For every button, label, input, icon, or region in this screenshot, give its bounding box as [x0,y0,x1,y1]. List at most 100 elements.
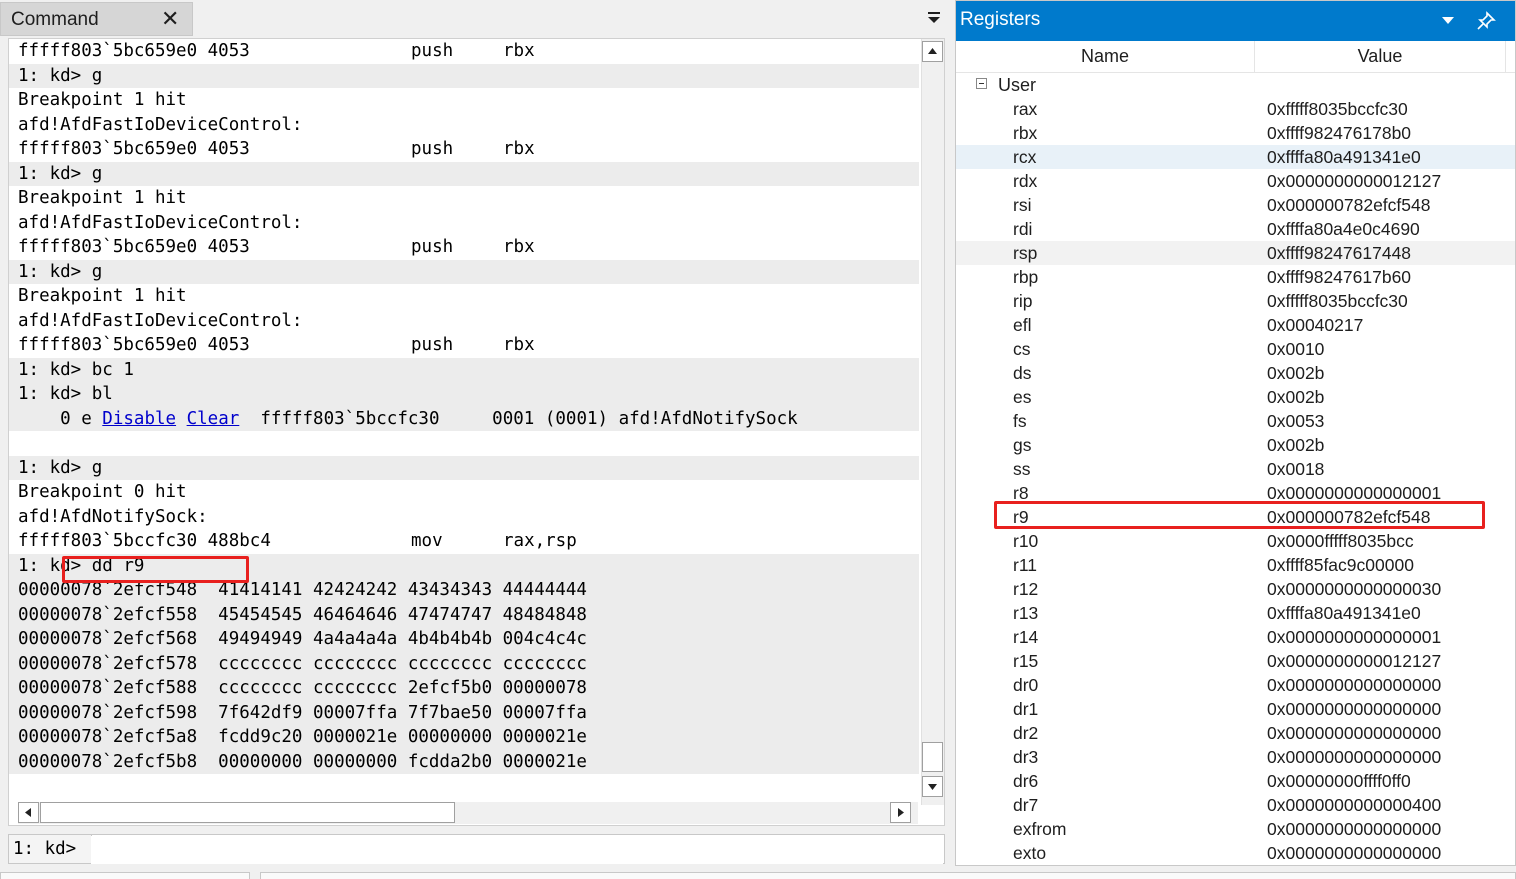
register-group-label: User [998,75,1037,95]
register-row-r10[interactable]: r10 0x0000fffff8035bcc [956,529,1515,553]
register-value[interactable]: 0xffff98247617b60 [1267,265,1411,289]
scroll-right-button[interactable] [890,802,911,823]
register-row-rbx[interactable]: rbx 0xffff982476178b0 [956,121,1515,145]
register-row-rcx[interactable]: rcx 0xffffa80a491341e0 [956,145,1515,169]
register-row-rdi[interactable]: rdi 0xffffa80a4e0c4690 [956,217,1515,241]
horizontal-scroll-thumb[interactable] [40,802,455,823]
register-value[interactable]: 0x0000000000000001 [1267,625,1441,649]
column-header-name[interactable]: Name [956,41,1255,72]
output-line-col: push [411,335,454,355]
column-header-value[interactable]: Value [1255,41,1506,72]
register-value[interactable]: 0x0010 [1267,337,1324,361]
register-name: r13 [1013,603,1039,623]
register-row-r15[interactable]: r15 0x0000000000012127 [956,649,1515,673]
close-icon[interactable]: ✕ [161,7,179,31]
register-value[interactable]: 0x0000000000000000 [1267,697,1441,721]
register-value[interactable]: 0xfffff8035bccfc30 [1267,289,1408,313]
register-row-es[interactable]: es 0x002b [956,385,1515,409]
register-value[interactable]: 0xffffa80a491341e0 [1267,145,1421,169]
vertical-scrollbar[interactable] [921,39,944,805]
register-row-r12[interactable]: r12 0x0000000000000030 [956,577,1515,601]
register-row-cs[interactable]: cs 0x0010 [956,337,1515,361]
register-row-rdx[interactable]: rdx 0x0000000000012127 [956,169,1515,193]
register-value[interactable]: 0x000000782efcf548 [1267,193,1430,217]
register-value[interactable]: 0x00040217 [1267,313,1363,337]
register-name: dr2 [1013,723,1039,743]
register-value[interactable]: 0xffffa80a491341e0 [1267,601,1421,625]
register-row-dr0[interactable]: dr0 0x0000000000000000 [956,673,1515,697]
register-value[interactable]: 0xffff98247617448 [1267,241,1411,265]
register-row-dr2[interactable]: dr2 0x0000000000000000 [956,721,1515,745]
collapse-icon[interactable] [976,78,987,89]
register-value[interactable]: 0x0000000000012127 [1267,169,1441,193]
register-row-rax[interactable]: rax 0xfffff8035bccfc30 [956,97,1515,121]
register-value[interactable]: 0x00000000ffff0ff0 [1267,769,1411,793]
register-value[interactable]: 0xffff85fac9c00000 [1267,553,1414,577]
register-value[interactable]: 0xfffff8035bccfc30 [1267,97,1408,121]
register-name: rip [1013,291,1033,311]
output-line: 00000078`2efcf578 cccccccc cccccccc cccc… [9,651,919,676]
output-line-text: 1: kd> g [18,65,103,86]
register-value[interactable]: 0xffff982476178b0 [1267,121,1411,145]
breakpoint-entry-info: fffff803`5bccfc30 0001 (0001) afd!AfdNot… [260,408,798,429]
command-output[interactable]: fffff803`5bc659e0 4053 push rbx 1: kd> g Bre… [8,38,945,826]
output-line-col: rax,rsp [503,531,577,551]
register-rows: rax 0xfffff8035bccfc30 rbx 0xffff982476178b… [956,97,1515,865]
horizontal-scrollbar[interactable] [18,802,918,824]
register-row-ds[interactable]: ds 0x002b [956,361,1515,385]
register-value[interactable]: 0x002b [1267,385,1324,409]
register-row-dr6[interactable]: dr6 0x00000000ffff0ff0 [956,769,1515,793]
register-name: rdx [1013,171,1038,191]
register-value[interactable]: 0x0053 [1267,409,1324,433]
disable-link[interactable]: Disable [102,409,176,429]
scroll-left-button[interactable] [18,802,39,823]
register-value[interactable]: 0x0000000000000000 [1267,817,1441,841]
output-line-col: fffff803`5bc659e0 4053 [18,335,250,355]
register-value[interactable]: 0x0000000000000030 [1267,577,1441,601]
register-row-gs[interactable]: gs 0x002b [956,433,1515,457]
register-row-rip[interactable]: rip 0xfffff8035bccfc30 [956,289,1515,313]
register-row-r13[interactable]: r13 0xffffa80a491341e0 [956,601,1515,625]
register-row-fs[interactable]: fs 0x0053 [956,409,1515,433]
register-value[interactable]: 0x0000000000000000 [1267,721,1441,745]
register-value[interactable]: 0x0000000000000000 [1267,745,1441,769]
dropdown-menu-icon[interactable] [926,10,942,26]
register-value[interactable]: 0x002b [1267,433,1324,457]
scroll-up-button[interactable] [922,41,943,62]
chevron-down-icon[interactable] [1442,17,1454,25]
register-group-user[interactable]: User [956,73,1515,97]
pin-icon[interactable] [1476,11,1496,31]
register-value[interactable]: 0x0000fffff8035bcc [1267,529,1414,553]
register-row-rsi[interactable]: rsi 0x000000782efcf548 [956,193,1515,217]
register-row-r11[interactable]: r11 0xffff85fac9c00000 [956,553,1515,577]
scroll-left-icon [25,808,31,817]
output-line-col: rbx [503,237,535,257]
register-name: cs [1013,339,1031,359]
register-row-dr3[interactable]: dr3 0x0000000000000000 [956,745,1515,769]
register-value[interactable]: 0x0000000000000400 [1267,793,1441,817]
clear-link[interactable]: Clear [187,409,240,429]
register-row-ss[interactable]: ss 0x0018 [956,457,1515,481]
register-value[interactable]: 0x0000000000000000 [1267,673,1441,697]
register-value[interactable]: 0x0018 [1267,457,1324,481]
vertical-scroll-thumb[interactable] [922,742,943,772]
register-row-r14[interactable]: r14 0x0000000000000001 [956,625,1515,649]
tab-command[interactable]: Command ✕ [0,2,193,36]
register-row-exfrom[interactable]: exfrom 0x0000000000000000 [956,817,1515,841]
scroll-down-button[interactable] [922,776,943,797]
register-row-rbp[interactable]: rbp 0xffff98247617b60 [956,265,1515,289]
register-row-exto[interactable]: exto 0x0000000000000000 [956,841,1515,865]
register-value[interactable]: 0x002b [1267,361,1324,385]
output-line-text: afd!AfdFastIoDeviceControl: [18,114,303,135]
register-row-efl[interactable]: efl 0x00040217 [956,313,1515,337]
register-row-dr1[interactable]: dr1 0x0000000000000000 [956,697,1515,721]
register-value[interactable]: 0x0000000000000000 [1267,841,1441,865]
register-name: efl [1013,315,1032,335]
register-row-rsp[interactable]: rsp 0xffff98247617448 [956,241,1515,265]
register-row-dr7[interactable]: dr7 0x0000000000000400 [956,793,1515,817]
register-value[interactable]: 0x0000000000012127 [1267,649,1441,673]
output-line-col: fffff803`5bc659e0 4053 [18,41,250,61]
output-line-text: 1: kd> g [18,163,103,184]
register-value[interactable]: 0xffffa80a4e0c4690 [1267,217,1420,241]
command-input[interactable] [91,836,943,864]
